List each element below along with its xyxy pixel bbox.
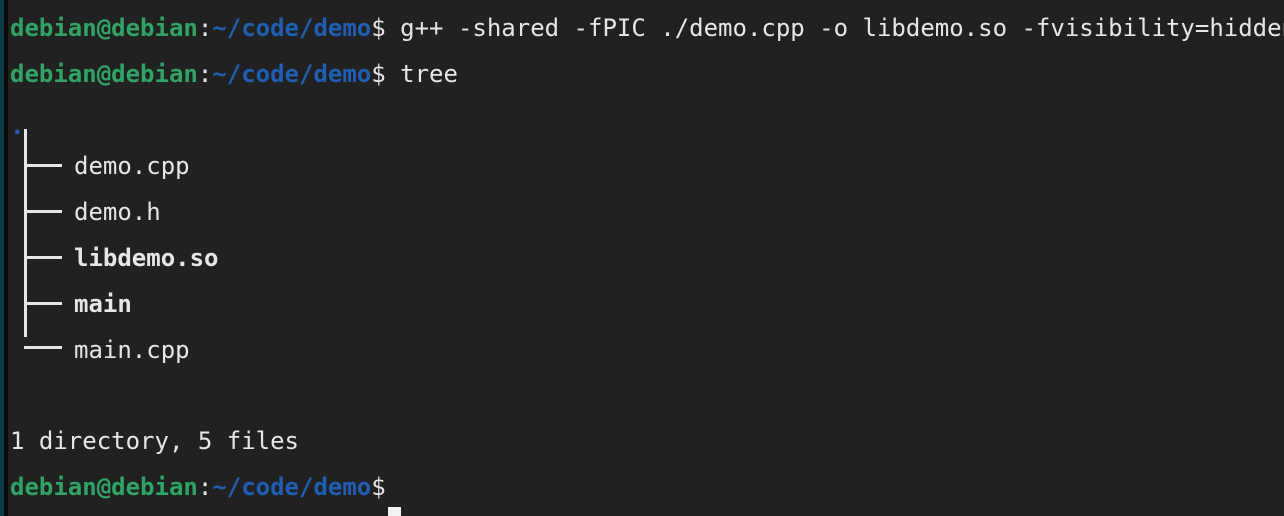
prompt-user-host: debian@debian <box>10 60 198 88</box>
command-line-3: debian@debian:~/code/demo$ <box>10 464 386 510</box>
command-line-2: debian@debian:~/code/demo$ tree <box>10 51 458 97</box>
prompt-separator: : <box>197 60 213 88</box>
prompt-symbol: $ <box>371 473 386 501</box>
tree-entry-main-cpp: main.cpp <box>74 336 190 364</box>
tree-branch-connector <box>24 302 62 305</box>
tree-root: . <box>10 112 25 140</box>
prompt-separator: : <box>197 14 213 42</box>
text-cursor <box>388 507 401 516</box>
tree-branch-connector <box>24 256 62 259</box>
command-line-1: debian@debian:~/code/demo$ g++ -shared -… <box>10 5 1284 51</box>
tree-vertical-line <box>24 129 27 337</box>
tree-branch-connector <box>24 164 62 167</box>
prompt-user-host: debian@debian <box>10 473 198 501</box>
prompt-path: ~/code/demo <box>212 14 372 42</box>
tree-entry-main: main <box>74 290 132 318</box>
tree-summary: 1 directory, 5 files <box>10 427 299 455</box>
tree-entry-demo-cpp: demo.cpp <box>74 152 190 180</box>
tree-entry-demo-h: demo.h <box>74 198 161 226</box>
command-text-tree: tree <box>400 60 458 88</box>
tree-last-branch-connector <box>24 346 62 349</box>
tree-branch-connector <box>24 210 62 213</box>
tree-entry-libdemo-so: libdemo.so <box>74 244 219 272</box>
terminal-window[interactable]: debian@debian:~/code/demo$ g++ -shared -… <box>0 0 1284 516</box>
prompt-separator: : <box>197 473 213 501</box>
prompt-symbol: $ <box>371 14 386 42</box>
prompt-symbol: $ <box>371 60 386 88</box>
prompt-path: ~/code/demo <box>212 60 372 88</box>
terminal-screen[interactable]: debian@debian:~/code/demo$ g++ -shared -… <box>8 0 1284 516</box>
command-text-gpp: g++ -shared -fPIC ./demo.cpp -o libdemo.… <box>400 14 1284 42</box>
prompt-path: ~/code/demo <box>212 473 372 501</box>
prompt-user-host: debian@debian <box>10 14 198 42</box>
